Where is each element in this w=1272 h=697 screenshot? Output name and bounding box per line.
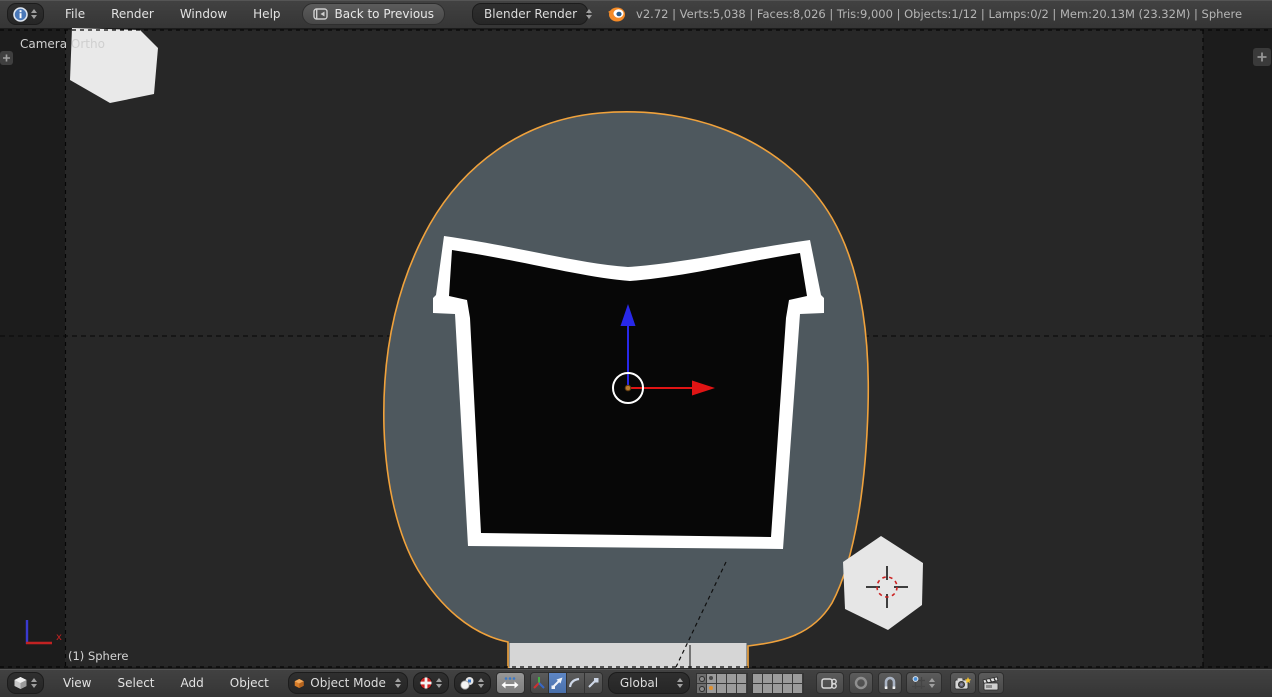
editor-type-spinner[interactable]: [31, 678, 37, 688]
snap-element-spinner[interactable]: [929, 678, 936, 688]
menu-help[interactable]: Help: [240, 0, 293, 28]
gizmo-x-axis-label: x: [56, 632, 62, 643]
transform-orientation-dropdown[interactable]: Global: [607, 672, 690, 694]
menu-select[interactable]: Select: [104, 669, 167, 697]
rotate-manipulator-button[interactable]: [566, 673, 585, 693]
layer-cell[interactable]: [762, 673, 773, 684]
layer-cell[interactable]: [752, 673, 763, 684]
3d-viewport-editor-icon: [14, 677, 27, 689]
layer-cell[interactable]: [772, 683, 783, 693]
menu-render[interactable]: Render: [98, 0, 167, 28]
layer-cell[interactable]: [726, 683, 737, 693]
magnet-icon: [884, 676, 896, 689]
layer-cell[interactable]: [726, 673, 737, 684]
clapperboard-icon: [982, 676, 999, 690]
layer-cell[interactable]: [696, 673, 707, 684]
neck-band[interactable]: [509, 643, 747, 668]
translate-arrow-icon: [551, 677, 563, 689]
pivot-point-spinner[interactable]: [477, 678, 484, 688]
back-to-previous-label: Back to Previous: [334, 7, 435, 21]
render-engine-spinner[interactable]: [586, 9, 593, 19]
layers-block-1: [695, 672, 748, 694]
render-camera-icon: [954, 676, 972, 689]
manipulator-widget-icon: [501, 677, 519, 689]
snap-increment-icon: [912, 676, 926, 689]
rotate-arc-icon: [569, 677, 580, 688]
layer-cell[interactable]: [762, 683, 773, 693]
render-still-button[interactable]: [949, 672, 976, 694]
viewport-header-bar: View Select Add Object Object Mode Globa…: [0, 668, 1272, 697]
menu-view[interactable]: View: [50, 669, 104, 697]
render-engine-value: Blender Render: [484, 7, 578, 21]
3d-viewport[interactable]: Camera Ortho (1) Sphere x: [0, 28, 1272, 669]
layer-cell[interactable]: [772, 673, 783, 684]
layer-cell[interactable]: [736, 683, 747, 693]
layer-cell[interactable]: [782, 683, 793, 693]
layers-block-2: [751, 672, 804, 694]
view-name-label: Camera Ortho: [20, 37, 105, 51]
back-to-previous-button[interactable]: Back to Previous: [301, 3, 446, 25]
proportional-edit-icon: [854, 676, 868, 690]
lock-chain-icon: [821, 677, 838, 689]
layer-cell[interactable]: [782, 673, 793, 684]
transform-orientation-value: Global: [619, 676, 659, 690]
viewport-shading-spinner[interactable]: [435, 678, 442, 688]
layer-cell[interactable]: [716, 683, 727, 693]
pivot-point-icon: [460, 677, 474, 690]
object-mode-cube-icon: [294, 678, 304, 688]
layer-cell[interactable]: [792, 683, 803, 693]
visor-glass[interactable]: [449, 250, 807, 537]
scale-manipulator-button[interactable]: [584, 673, 602, 693]
layer-cell[interactable]: [696, 683, 707, 693]
render-animation-button[interactable]: [977, 672, 1004, 694]
menu-add[interactable]: Add: [168, 669, 217, 697]
snap-toggle-button[interactable]: [877, 672, 902, 694]
transform-orientation-spinner[interactable]: [676, 678, 683, 688]
interaction-mode-value: Object Mode: [310, 676, 386, 690]
lock-to-scene-button[interactable]: [815, 672, 844, 694]
toolshelf-expand-button[interactable]: [0, 51, 13, 65]
translate-manipulator-button[interactable]: [548, 673, 567, 693]
manipulator-type-group: [529, 672, 603, 694]
menu-object[interactable]: Object: [217, 669, 282, 697]
viewport-shading-icon: [419, 676, 433, 690]
viewport-shading-dropdown[interactable]: [412, 672, 449, 694]
scene-stats-text: v2.72 | Verts:5,038 | Faces:8,026 | Tris…: [636, 7, 1243, 21]
info-header-bar: File Render Window Help Back to Previous…: [0, 0, 1272, 29]
pivot-point-dropdown[interactable]: [453, 672, 491, 694]
proportional-edit-dropdown[interactable]: [848, 672, 873, 694]
manipulator-axes-button[interactable]: [530, 673, 549, 693]
editor-type-spinner[interactable]: [31, 9, 37, 19]
object-origin-dot: [624, 384, 632, 392]
interaction-mode-spinner[interactable]: [394, 678, 401, 688]
info-editor-icon: [13, 6, 28, 22]
scale-icon: [588, 678, 599, 688]
editor-type-selector-3dview[interactable]: [7, 672, 44, 694]
editor-type-selector[interactable]: [7, 3, 44, 25]
interaction-mode-dropdown[interactable]: Object Mode: [287, 672, 408, 694]
layer-cell[interactable]: [736, 673, 747, 684]
render-engine-dropdown[interactable]: Blender Render: [472, 3, 593, 25]
snap-element-dropdown[interactable]: [905, 672, 942, 694]
menu-file[interactable]: File: [52, 0, 98, 28]
blender-logo-icon: [608, 7, 626, 22]
back-arrow-icon: [312, 8, 328, 20]
layer-cell[interactable]: [716, 673, 727, 684]
layer-cell[interactable]: [792, 673, 803, 684]
axes-icon: [533, 677, 546, 689]
layer-cell[interactable]: [706, 673, 717, 684]
active-object-label: (1) Sphere: [68, 649, 128, 663]
manipulator-toggle-button[interactable]: [495, 672, 525, 694]
layer-cell[interactable]: [706, 683, 717, 693]
properties-expand-button[interactable]: [1253, 48, 1271, 66]
layer-cell[interactable]: [752, 683, 763, 693]
menu-window[interactable]: Window: [167, 0, 240, 28]
